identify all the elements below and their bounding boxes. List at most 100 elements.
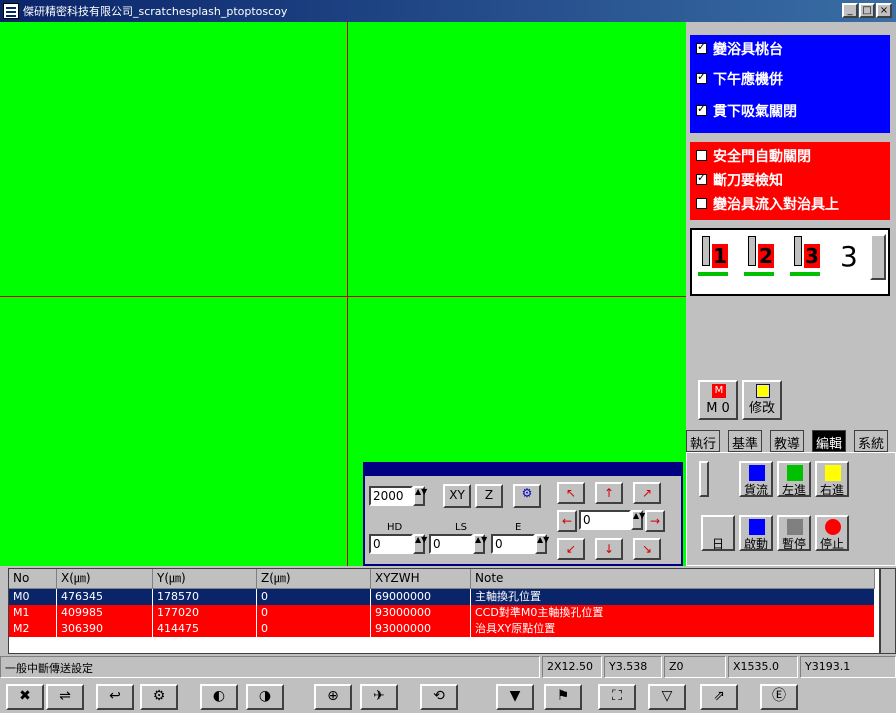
- toolbar-down-icon[interactable]: ▼: [496, 684, 534, 710]
- jog-right-button[interactable]: →: [645, 510, 665, 532]
- maximize-button[interactable]: □: [859, 3, 875, 18]
- option-fixture[interactable]: 變浴具桃台: [696, 39, 783, 58]
- toolbar-frame-icon[interactable]: ⛶: [598, 684, 636, 710]
- e-spinner[interactable]: ▲▼: [535, 534, 549, 554]
- table-row[interactable]: M0 476345 178570 0 69000000 主軸換孔位置: [9, 589, 875, 605]
- ls-input[interactable]: 0: [429, 534, 473, 554]
- toolbar-flag-icon[interactable]: ⚑: [544, 684, 582, 710]
- option-fixture-flow[interactable]: 變治具流入對治具上: [696, 194, 839, 213]
- tool-2[interactable]: 2: [744, 236, 774, 280]
- cell-no: M1: [9, 605, 57, 621]
- status-z: Z0: [664, 656, 726, 678]
- tool-3[interactable]: 3: [790, 236, 820, 280]
- cell-note: CCD對準M0主軸換孔位置: [471, 605, 875, 621]
- table-scrollbar[interactable]: [880, 568, 896, 654]
- blue-options-panel: 變浴具桃台 下午應機倂 貫下吸氣關閉: [690, 35, 890, 133]
- m0-button[interactable]: M M 0: [698, 380, 738, 420]
- toolbar-right-half-icon[interactable]: ◑: [246, 684, 284, 710]
- checkbox[interactable]: [696, 171, 707, 185]
- e-input[interactable]: 0: [491, 534, 535, 554]
- jog-up-left-button[interactable]: ↖: [557, 482, 585, 504]
- day-button[interactable]: 日: [701, 515, 735, 551]
- xy-mode-button[interactable]: XY: [443, 484, 471, 508]
- checkbox[interactable]: [696, 102, 707, 116]
- jog-titlebar[interactable]: [365, 464, 681, 476]
- toolbar-tree-icon[interactable]: ⇌: [46, 684, 84, 710]
- hd-spinner[interactable]: ▲▼: [413, 534, 427, 554]
- col-header-y[interactable]: Y(㎛): [153, 569, 257, 589]
- slider-handle[interactable]: [699, 461, 709, 497]
- col-header-no[interactable]: No: [9, 569, 57, 589]
- toolbar-settings-icon[interactable]: ⚙: [140, 684, 178, 710]
- speed-spinner[interactable]: ▲▼: [413, 486, 427, 506]
- option-safety-door[interactable]: 安全門自動關閉: [696, 146, 811, 165]
- status-bar: 一般中斷傳送設定 2X12.50 Y3.538 Z0 X1535.0 Y3193…: [0, 656, 896, 678]
- jog-down-button[interactable]: ↓: [595, 538, 623, 560]
- left-in-button[interactable]: 左進: [777, 461, 811, 497]
- cell-x: 409985: [57, 605, 153, 621]
- checkbox[interactable]: [696, 40, 707, 54]
- crosshair-vertical: [347, 22, 348, 566]
- jog-up-right-button[interactable]: ↗: [633, 482, 661, 504]
- toolbar-target-icon[interactable]: ⊕: [314, 684, 352, 710]
- toolbar-arrow-icon[interactable]: ⇗: [700, 684, 738, 710]
- tool-1[interactable]: 1: [698, 236, 728, 280]
- table-row[interactable]: M2 306390 414475 0 93000000 治具XY原點位置: [9, 621, 875, 637]
- right-in-button[interactable]: 右進: [815, 461, 849, 497]
- z-mode-button[interactable]: Z: [475, 484, 503, 508]
- cell-y: 177020: [153, 605, 257, 621]
- option-lower-machine[interactable]: 下午應機倂: [696, 69, 783, 88]
- tab-execute[interactable]: 執行: [686, 430, 721, 452]
- tool-count: 3: [840, 240, 858, 273]
- step-input[interactable]: 0: [579, 510, 631, 530]
- checkbox[interactable]: [696, 70, 707, 84]
- label-hd: HD: [387, 522, 403, 533]
- cell-no: M2: [9, 621, 57, 637]
- hd-input[interactable]: 0: [369, 534, 413, 554]
- status-message: 一般中斷傳送設定: [0, 656, 540, 678]
- edit-button[interactable]: 修改: [742, 380, 782, 420]
- jog-up-button[interactable]: ↑: [595, 482, 623, 504]
- status-y2: Y3193.1: [800, 656, 896, 678]
- toolbar-rotate-icon[interactable]: ⟲: [420, 684, 458, 710]
- jog-left-button[interactable]: ←: [557, 510, 577, 532]
- start-button[interactable]: 啟動: [739, 515, 773, 551]
- checkbox[interactable]: [696, 149, 707, 161]
- option-vacuum-close[interactable]: 貫下吸氣關閉: [696, 101, 797, 120]
- toolbar-left-half-icon[interactable]: ◐: [200, 684, 238, 710]
- tab-teach[interactable]: 教導: [770, 430, 805, 452]
- toolbar-funnel-icon[interactable]: ▽: [648, 684, 686, 710]
- col-header-xyzwh[interactable]: XYZWH: [371, 569, 471, 589]
- toolbar-edit-icon[interactable]: Ⓔ: [760, 684, 798, 710]
- flow-button[interactable]: 貨流: [739, 461, 773, 497]
- tab-system[interactable]: 系統: [854, 430, 889, 452]
- stop-button[interactable]: 停止: [815, 515, 849, 551]
- close-button[interactable]: ×: [876, 3, 892, 18]
- col-header-z[interactable]: Z(㎛): [257, 569, 371, 589]
- tool-count-spinner[interactable]: [870, 234, 886, 280]
- minimize-button[interactable]: _: [842, 3, 858, 18]
- ls-spinner[interactable]: ▲▼: [473, 534, 487, 554]
- jog-down-right-button[interactable]: ↘: [633, 538, 661, 560]
- speed-input[interactable]: 2000: [369, 486, 413, 506]
- home-icon[interactable]: ⚙: [513, 484, 541, 508]
- toolbar-plane-icon[interactable]: ✈: [360, 684, 398, 710]
- cell-note: 治具XY原點位置: [471, 621, 875, 637]
- option-broken-tool[interactable]: 斷刀要檢知: [696, 170, 783, 189]
- col-header-note[interactable]: Note: [471, 569, 875, 589]
- jog-down-left-button[interactable]: ↙: [557, 538, 585, 560]
- table-row[interactable]: M1 409985 177020 0 93000000 CCD對準M0主軸換孔位置: [9, 605, 875, 621]
- tab-reference[interactable]: 基準: [728, 430, 763, 452]
- toolbar-return-icon[interactable]: ↩: [96, 684, 134, 710]
- pause-icon: [787, 519, 803, 535]
- pause-button[interactable]: 暫停: [777, 515, 811, 551]
- col-header-x[interactable]: X(㎛): [57, 569, 153, 589]
- title-bar: 傑研精密科技有限公司_scratchesplash_ptoptoscoy _ □…: [0, 0, 896, 22]
- cell-note: 主軸換孔位置: [471, 589, 875, 605]
- tab-edit[interactable]: 編輯: [812, 430, 847, 452]
- checkbox[interactable]: [696, 197, 707, 209]
- cell-xyzwh: 93000000: [371, 621, 471, 637]
- step-spinner[interactable]: ▲▼: [631, 510, 645, 530]
- status-x: 2X12.50: [542, 656, 602, 678]
- toolbar-cancel-icon[interactable]: ✖: [6, 684, 44, 710]
